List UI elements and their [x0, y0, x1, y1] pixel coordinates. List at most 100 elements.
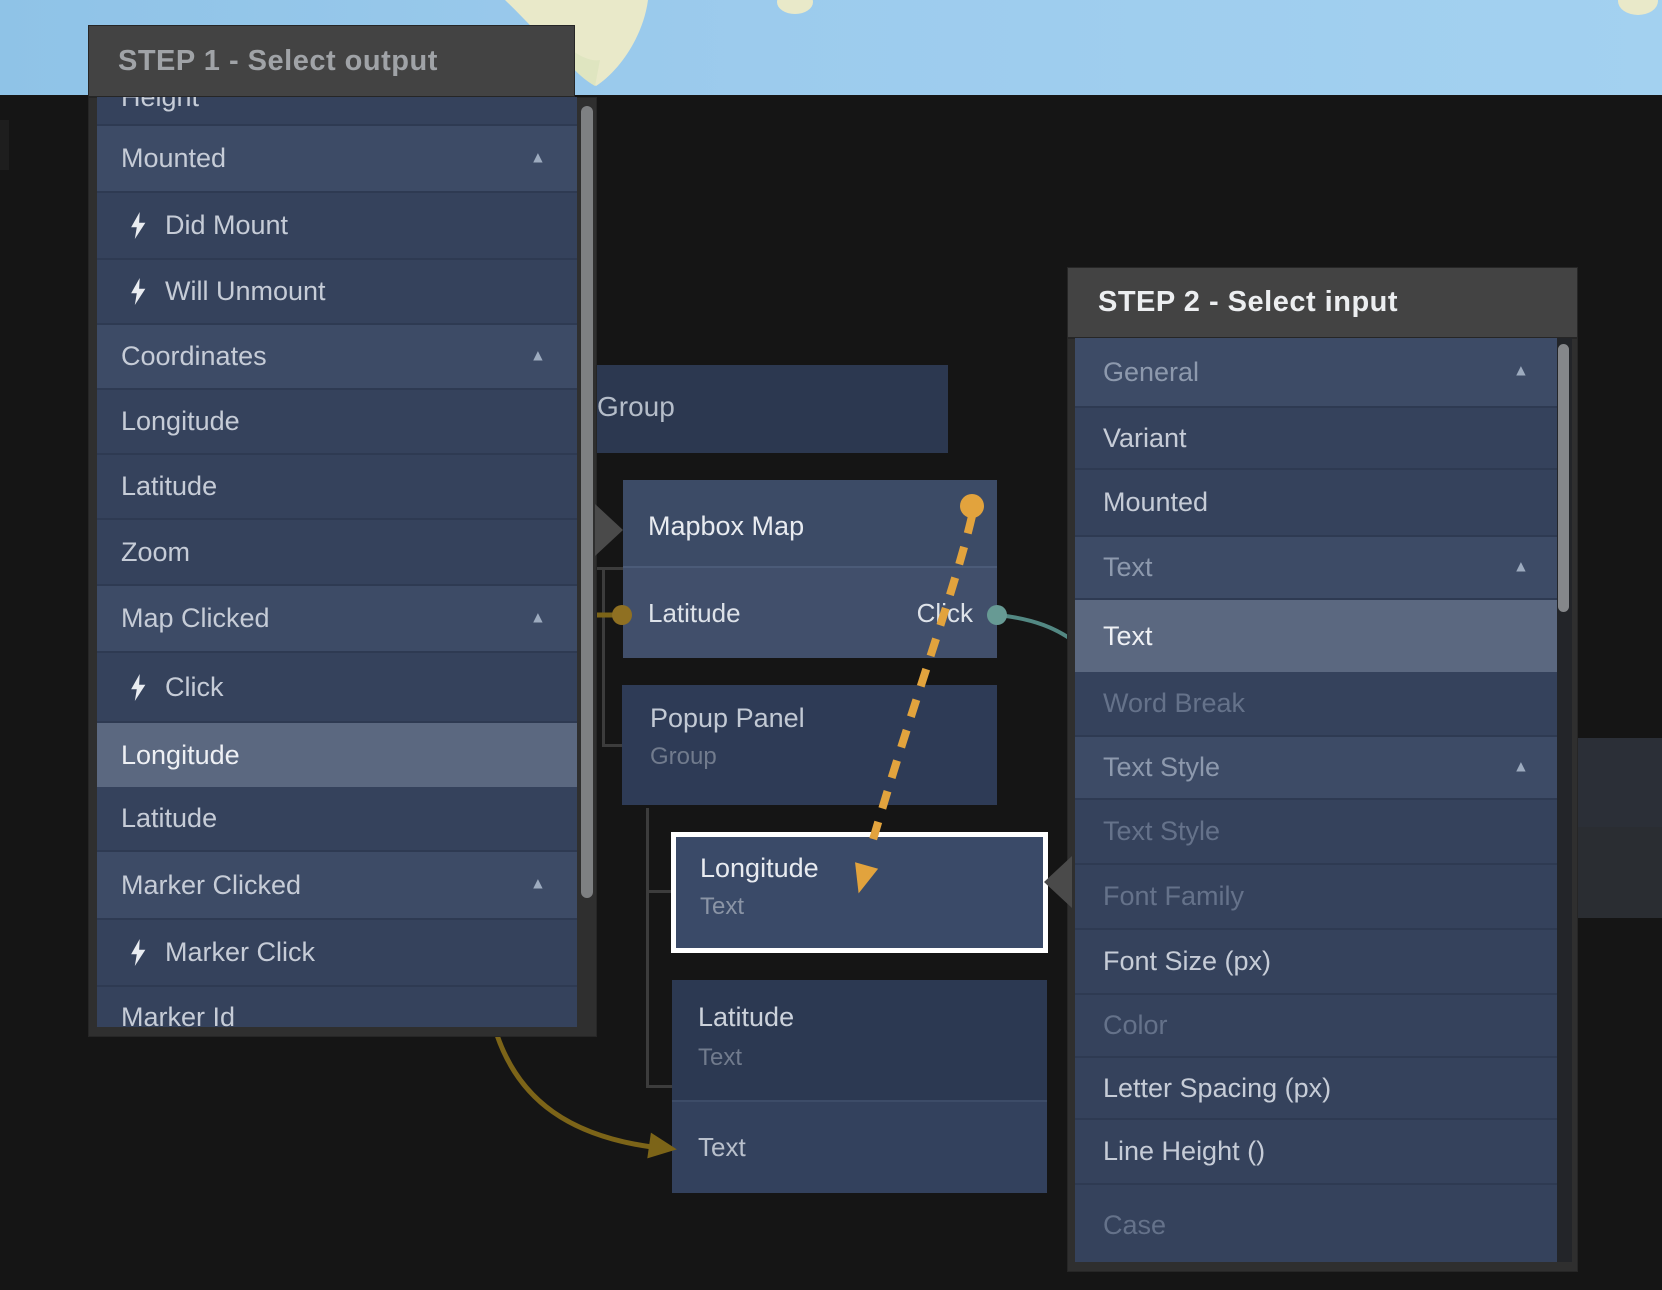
step1-item-label: Zoom [121, 537, 190, 568]
step2-item-label: General [1103, 357, 1199, 388]
collapse-arrow-icon[interactable]: ▲ [530, 875, 546, 893]
tree-line [646, 808, 649, 1088]
collapse-arrow-icon[interactable]: ▲ [530, 149, 546, 167]
lightning-icon [131, 212, 148, 239]
step2-item-general[interactable]: General ▲ [1075, 338, 1557, 408]
step1-item-did-mount[interactable]: Did Mount [97, 193, 577, 260]
node-title: Longitude [700, 853, 819, 884]
step2-item-text-style[interactable]: Text Style [1075, 800, 1557, 865]
step1-item-latitude[interactable]: Latitude [97, 455, 577, 520]
step2-item-letter-spacing-px-[interactable]: Letter Spacing (px) [1075, 1058, 1557, 1120]
collapse-arrow-icon[interactable]: ▲ [530, 609, 546, 627]
step2-item-word-break[interactable]: Word Break [1075, 672, 1557, 737]
port-click[interactable]: Click [917, 598, 973, 629]
step2-item-label: Text [1103, 621, 1153, 652]
step2-item-label: Word Break [1103, 688, 1245, 719]
step2-panel-header: STEP 2 - Select input [1067, 267, 1578, 338]
collapse-arrow-icon[interactable]: ▲ [530, 347, 546, 365]
step2-item-label: Font Size (px) [1103, 946, 1271, 977]
step2-item-case[interactable]: Case [1075, 1185, 1557, 1262]
step1-item-label: Will Unmount [165, 276, 326, 307]
step2-panel-title: STEP 2 - Select input [1098, 286, 1398, 319]
step2-item-label: Line Height () [1103, 1136, 1265, 1167]
step1-scrollbar[interactable] [581, 106, 593, 898]
step2-item-label: Letter Spacing (px) [1103, 1073, 1331, 1104]
step1-item-label: Marker Click [165, 937, 315, 968]
node-longitude-selected[interactable]: Longitude Text [671, 832, 1048, 953]
step1-item-label: Latitude [121, 471, 217, 502]
step2-item-label: Font Family [1103, 881, 1244, 912]
tree-line [646, 1085, 672, 1088]
tree-line [646, 890, 671, 893]
step2-item-text-style[interactable]: Text Style ▲ [1075, 737, 1557, 800]
step2-item-font-family[interactable]: Font Family [1075, 865, 1557, 930]
node-subtitle: Group [650, 743, 717, 772]
step1-item-zoom[interactable]: Zoom [97, 520, 577, 586]
step2-item-label: Variant [1103, 423, 1187, 454]
step1-item-map-clicked[interactable]: Map Clicked ▲ [97, 586, 577, 653]
step2-item-label: Mounted [1103, 487, 1208, 518]
step1-item-label: Map Clicked [121, 603, 270, 634]
step2-item-label: Text [1103, 552, 1153, 583]
collapse-arrow-icon[interactable]: ▲ [1513, 758, 1529, 776]
step2-item-label: Case [1103, 1210, 1166, 1241]
node-popup-panel[interactable]: Popup Panel Group [622, 685, 997, 805]
step1-output-list: Height Mounted ▲ Did Mount Will Unmount Coord… [97, 97, 577, 1027]
lightning-icon [131, 278, 148, 305]
lightning-icon [131, 939, 148, 966]
tree-line [594, 567, 623, 570]
step1-item-latitude[interactable]: Latitude [97, 787, 577, 852]
step1-item-marker-clicked[interactable]: Marker Clicked ▲ [97, 852, 577, 920]
step1-item-longitude[interactable]: Longitude [97, 723, 577, 787]
step1-panel-header: STEP 1 - Select output [88, 25, 575, 97]
step1-item-height[interactable]: Height [97, 97, 577, 126]
step2-item-mounted[interactable]: Mounted [1075, 470, 1557, 537]
port-text[interactable]: Text [698, 1132, 746, 1163]
step2-item-font-size-px-[interactable]: Font Size (px) [1075, 930, 1557, 995]
node-editor-canvas: Group Mapbox Map Latitude Click Popup Pa… [0, 0, 1662, 1290]
right-edge-fragment [1577, 738, 1662, 827]
step1-item-label: Mounted [121, 143, 226, 174]
node-mapbox-map[interactable]: Mapbox Map Latitude Click [623, 480, 997, 658]
step1-item-longitude[interactable]: Longitude [97, 390, 577, 455]
step1-item-marker-click[interactable]: Marker Click [97, 920, 577, 987]
step2-item-label: Color [1103, 1010, 1168, 1041]
lightning-icon [131, 674, 148, 701]
step1-item-click[interactable]: Click [97, 653, 577, 723]
node-title: Latitude [698, 1002, 794, 1033]
step2-item-label: Text Style [1103, 752, 1220, 783]
step2-scrollbar[interactable] [1558, 344, 1569, 612]
step2-item-color[interactable]: Color [1075, 995, 1557, 1058]
port-latitude[interactable]: Latitude [648, 598, 741, 629]
node-title: Popup Panel [650, 703, 805, 734]
step2-input-list: General ▲ Variant Mounted Text ▲ Text Word Brea… [1075, 338, 1557, 1262]
right-edge-fragment [1577, 827, 1662, 918]
step1-item-label: Latitude [121, 803, 217, 834]
node-subtitle: Text [698, 1044, 742, 1073]
collapse-arrow-icon[interactable]: ▲ [1513, 558, 1529, 576]
node-group[interactable]: Group [558, 365, 948, 453]
step1-item-label: Marker Clicked [121, 870, 301, 901]
step1-item-will-unmount[interactable]: Will Unmount [97, 260, 577, 325]
node-title: Mapbox Map [648, 511, 804, 542]
step1-item-coordinates[interactable]: Coordinates ▲ [97, 325, 577, 390]
node-latitude[interactable]: Latitude Text Text [672, 980, 1047, 1193]
step2-item-text[interactable]: Text ▲ [1075, 537, 1557, 600]
step1-item-label: Marker Id [121, 1002, 235, 1028]
collapse-arrow-icon[interactable]: ▲ [1513, 362, 1529, 380]
left-edge-fragment [0, 120, 9, 170]
step1-item-marker-id[interactable]: Marker Id [97, 987, 577, 1027]
node-subtitle: Text [700, 893, 744, 922]
step1-item-label: Coordinates [121, 341, 267, 372]
step1-item-label: Longitude [121, 406, 240, 437]
step1-item-label: Height [121, 97, 199, 113]
step2-item-variant[interactable]: Variant [1075, 408, 1557, 470]
step2-item-label: Text Style [1103, 816, 1220, 847]
step2-item-line-height-[interactable]: Line Height () [1075, 1120, 1557, 1185]
tree-line [602, 744, 622, 747]
step1-item-mounted[interactable]: Mounted ▲ [97, 126, 577, 193]
step1-item-label: Longitude [121, 740, 240, 771]
step2-item-text[interactable]: Text [1075, 600, 1557, 672]
step1-item-label: Click [165, 672, 224, 703]
step1-item-label: Did Mount [165, 210, 288, 241]
